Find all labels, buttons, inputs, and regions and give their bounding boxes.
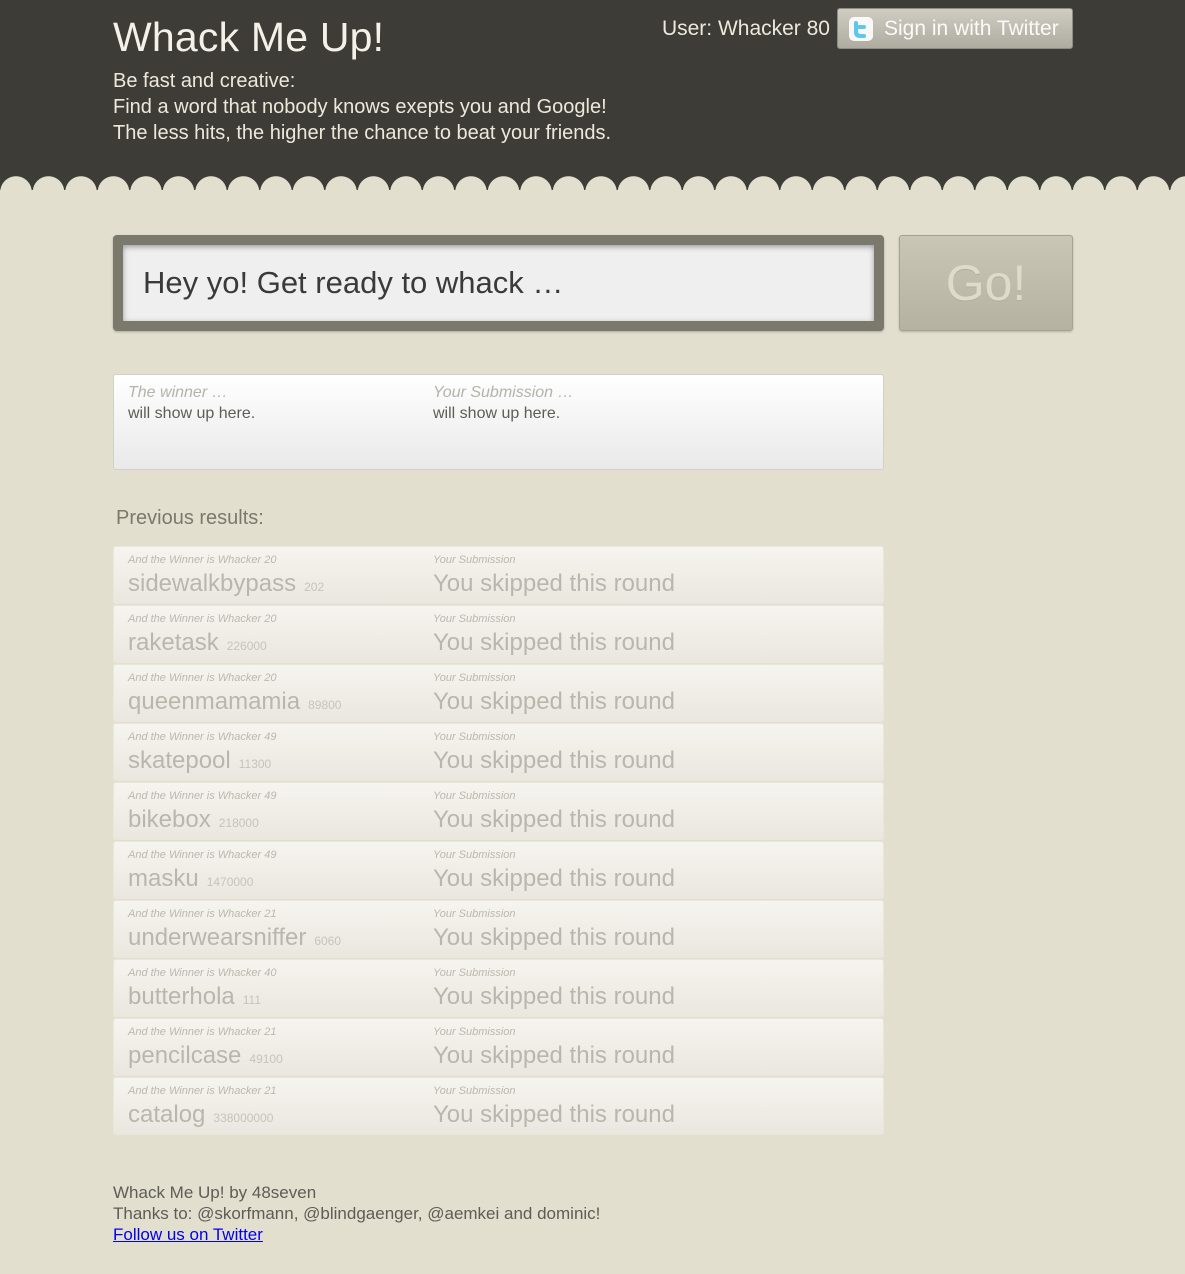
result-row: And the Winner is Whacker 49 Your Submis… [113,723,884,781]
result-row: And the Winner is Whacker 49 Your Submis… [113,782,884,840]
winning-word: queenmamamia 89800 [128,688,341,716]
submission-label: Your Submission [433,967,516,979]
header: Whack Me Up! Be fast and creative: Find … [0,0,1185,204]
word-text: masku [128,865,199,892]
word-text: pencilcase [128,1042,242,1069]
submission-label: Your Submission [433,613,516,625]
winning-word: sidewalkbypass 202 [128,570,324,598]
winner-label: And the Winner is Whacker 20 [128,554,277,566]
winning-word: raketask 226000 [128,629,267,657]
winner-label: And the Winner is Whacker 49 [128,849,277,861]
winner-label: And the Winner is Whacker 20 [128,672,277,684]
submission-label: Your Submission [433,790,516,802]
submission-value: You skipped this round [433,924,675,951]
word-input-frame [113,235,884,331]
hit-count: 6060 [314,934,342,948]
word-text: skatepool [128,747,231,774]
submission-value: You skipped this round [433,747,675,774]
winner-value: will show up here. [128,405,256,422]
word-text: bikebox [128,806,211,833]
previous-results-list: And the Winner is Whacker 20 Your Submis… [113,546,884,1136]
submission-label: Your Submission [433,908,516,920]
submission-label: Your Submission [433,672,516,684]
winner-label: And the Winner is Whacker 21 [128,1085,277,1097]
winner-label: And the Winner is Whacker 21 [128,908,277,920]
submission-value: You skipped this round [433,865,675,892]
winning-word: bikebox 218000 [128,806,259,834]
hit-count: 218000 [218,816,259,830]
winner-label: And the Winner is Whacker 49 [128,790,277,802]
submission-value: You skipped this round [433,806,675,833]
word-text: underwearsniffer [128,924,307,951]
result-row: And the Winner is Whacker 21 Your Submis… [113,900,884,958]
site-title: Whack Me Up! [113,14,385,60]
winning-word: underwearsniffer 6060 [128,924,341,952]
submission-label: Your Submission [433,1026,516,1038]
tagline-line: The less hits, the higher the chance to … [113,122,612,144]
hit-count: 226000 [226,639,267,653]
submission-label: Your Submission … [433,384,574,401]
submission-value: You skipped this round [433,1101,675,1128]
submission-label: Your Submission [433,1085,516,1097]
word-text: catalog [128,1101,206,1128]
hit-count: 338000000 [213,1111,274,1125]
result-row: And the Winner is Whacker 20 Your Submis… [113,605,884,663]
winning-word: pencilcase 49100 [128,1042,283,1070]
hit-count: 111 [242,993,261,1007]
submission-column: Your Submission … will show up here. [433,384,574,423]
submission-value: You skipped this round [433,570,675,597]
winner-label: And the Winner is Whacker 40 [128,967,277,979]
scallop-divider [0,176,1185,204]
tagline-line: Find a word that nobody knows exepts you… [113,96,607,118]
footer-thanks: Thanks to: @skorfmann, @blindgaenger, @a… [113,1204,601,1223]
hit-count: 89800 [308,698,342,712]
winning-word: masku 1470000 [128,865,253,893]
result-row: And the Winner is Whacker 40 Your Submis… [113,959,884,1017]
result-row: And the Winner is Whacker 20 Your Submis… [113,664,884,722]
hit-count: 11300 [238,757,272,771]
winning-word: skatepool 11300 [128,747,271,775]
word-input[interactable] [123,245,874,321]
tagline-line: Be fast and creative: [113,70,296,92]
submission-label: Your Submission [433,849,516,861]
result-row: And the Winner is Whacker 21 Your Submis… [113,1077,884,1135]
result-row: And the Winner is Whacker 21 Your Submis… [113,1018,884,1076]
sign-in-twitter-button[interactable]: Sign in with Twitter [837,8,1073,49]
winning-word: catalog 338000000 [128,1101,273,1129]
submission-value: will show up here. [433,405,561,422]
footer-credit: Whack Me Up! by 48seven [113,1183,317,1202]
submission-value: You skipped this round [433,1042,675,1069]
hit-count: 202 [304,580,325,594]
submission-value: You skipped this round [433,983,675,1010]
winning-word: butterhola 111 [128,983,261,1011]
sign-in-twitter-label: Sign in with Twitter [884,16,1059,40]
winner-label: And the Winner is Whacker 21 [128,1026,277,1038]
twitter-bird-icon [849,16,873,41]
submission-value: You skipped this round [433,629,675,656]
user-label: User: Whacker 80 [661,17,830,40]
submission-label: Your Submission [433,554,516,566]
footer: Whack Me Up! by 48seven Thanks to: @skor… [113,1182,600,1245]
winner-label: The winner … [128,384,228,401]
word-text: queenmamamia [128,688,301,715]
hit-count: 49100 [249,1052,283,1066]
submission-label: Your Submission [433,731,516,743]
go-button[interactable]: Go! [899,235,1073,331]
previous-results-heading: Previous results: [116,507,264,529]
winner-label: And the Winner is Whacker 20 [128,613,277,625]
winner-column: The winner … will show up here. [128,384,255,423]
word-text: sidewalkbypass [128,570,297,597]
result-row: And the Winner is Whacker 49 Your Submis… [113,841,884,899]
hit-count: 1470000 [206,875,254,889]
follow-twitter-link[interactable]: Follow us on Twitter [113,1225,263,1244]
word-text: butterhola [128,983,235,1010]
result-row: And the Winner is Whacker 20 Your Submis… [113,546,884,604]
current-result-panel: The winner … will show up here. Your Sub… [113,374,884,470]
tagline: Be fast and creative: Find a word that n… [113,68,611,146]
submission-value: You skipped this round [433,688,675,715]
winner-label: And the Winner is Whacker 49 [128,731,277,743]
word-text: raketask [128,629,219,656]
